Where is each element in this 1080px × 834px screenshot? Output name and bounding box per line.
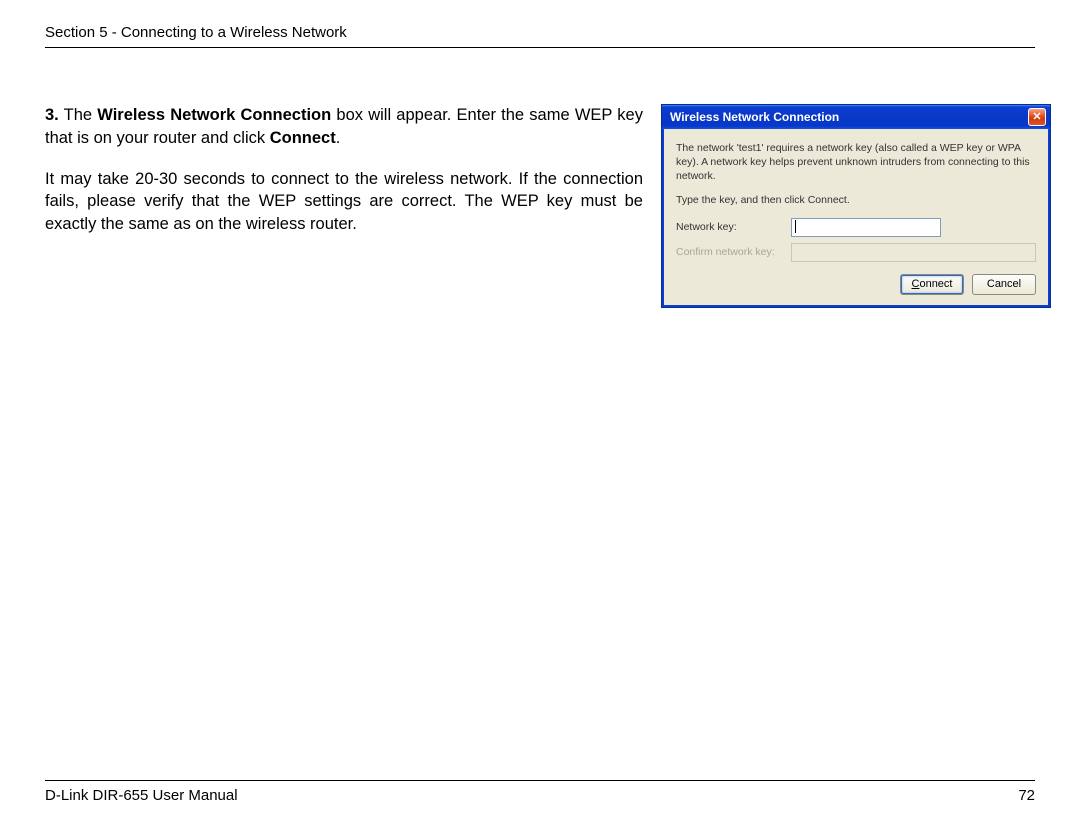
step-3: 3. The Wireless Network Connection box w…: [45, 104, 643, 150]
confirm-key-input: [791, 243, 1036, 262]
step-number: 3.: [45, 106, 59, 124]
dialog-body: The network 'test1' requires a network k…: [662, 129, 1050, 307]
dialog-button-row: Connect Cancel: [676, 274, 1036, 295]
network-key-label: Network key:: [676, 221, 791, 233]
close-button[interactable]: ✕: [1028, 108, 1046, 126]
paragraph-note: It may take 20-30 seconds to connect to …: [45, 168, 643, 236]
cancel-button[interactable]: Cancel: [972, 274, 1036, 295]
dialog-info-text: The network 'test1' requires a network k…: [676, 141, 1036, 184]
footer-manual-name: D-Link DIR-655 User Manual: [45, 787, 238, 804]
dialog-title: Wireless Network Connection: [670, 110, 839, 124]
confirm-key-row: Confirm network key:: [676, 243, 1036, 262]
step-bold-1: Wireless Network Connection: [97, 106, 331, 124]
confirm-key-label: Confirm network key:: [676, 246, 791, 258]
network-key-row: Network key:: [676, 218, 1036, 237]
network-key-input[interactable]: [791, 218, 941, 237]
step-text-pre: The: [64, 106, 98, 124]
dialog-instruction: Type the key, and then click Connect.: [676, 194, 1036, 206]
connect-button[interactable]: Connect: [900, 274, 964, 295]
page-footer: D-Link DIR-655 User Manual 72: [45, 780, 1035, 804]
step-bold-2: Connect: [270, 129, 336, 147]
dialog-titlebar: Wireless Network Connection ✕: [662, 105, 1050, 129]
step-text-end: .: [336, 129, 341, 147]
close-icon: ✕: [1032, 112, 1041, 123]
section-header: Section 5 - Connecting to a Wireless Net…: [45, 24, 1035, 48]
text-cursor: [795, 220, 796, 233]
footer-page-number: 72: [1018, 787, 1035, 804]
wireless-connection-dialog: Wireless Network Connection ✕ The networ…: [661, 104, 1051, 308]
instruction-text: 3. The Wireless Network Connection box w…: [45, 104, 643, 236]
